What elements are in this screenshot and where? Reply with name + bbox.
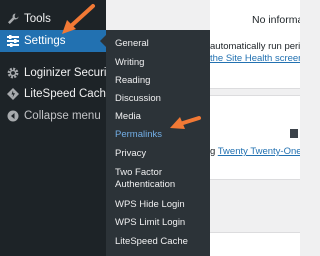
sidebar-item-tools[interactable]: Tools <box>0 8 106 30</box>
site-health-panel: No informat automatically run perio the … <box>210 0 300 89</box>
sidebar-item-label: Settings <box>24 35 66 47</box>
screen-options-icon[interactable] <box>290 129 298 138</box>
submenu-item-permalinks[interactable]: Permalinks <box>115 129 162 141</box>
bottom-panel <box>210 232 300 256</box>
notice-link-line: the Site Health screen to <box>210 53 300 65</box>
sidebar-item-label: Loginizer Security <box>24 67 116 79</box>
main-content: No informat automatically run perio the … <box>210 0 300 256</box>
sidebar-item-loginizer-security[interactable]: Loginizer Security <box>0 62 115 84</box>
sidebar-item-label: LiteSpeed Cache <box>24 88 113 100</box>
submenu-item-two-factor-authentication[interactable]: Two Factor Authentication <box>115 167 207 191</box>
at-a-glance-panel: g Twenty Twenty-One th <box>210 95 300 180</box>
settings-submenu: General Writing Reading Discussion Media… <box>106 30 210 256</box>
submenu-item-wps-limit-login[interactable]: WPS Limit Login <box>115 217 185 229</box>
notice-heading: No informat <box>252 14 300 26</box>
diamond-icon <box>6 87 20 101</box>
collapse-arrow-icon <box>6 109 20 123</box>
sidebar-item-litespeed-cache[interactable]: LiteSpeed Cache <box>0 83 112 105</box>
submenu-item-wps-hide-login[interactable]: WPS Hide Login <box>115 199 185 211</box>
sidebar-item-settings[interactable]: Settings <box>0 30 106 52</box>
admin-sidebar: Tools Settings Loginizer Security LiteSp… <box>0 0 115 256</box>
submenu-item-writing[interactable]: Writing <box>115 57 144 69</box>
theme-link[interactable]: Twenty Twenty-One <box>218 146 300 157</box>
notice-body: automatically run perio <box>210 41 300 52</box>
settings-sliders-icon <box>6 34 20 48</box>
submenu-item-discussion[interactable]: Discussion <box>115 93 161 105</box>
wrench-icon <box>6 12 20 26</box>
gear-icon <box>6 66 20 80</box>
submenu-item-litespeed-cache[interactable]: LiteSpeed Cache <box>115 236 188 248</box>
theme-line: g Twenty Twenty-One th <box>210 146 300 158</box>
submenu-item-media[interactable]: Media <box>115 111 141 123</box>
theme-prefix: g <box>210 146 218 157</box>
collapse-menu-button[interactable]: Collapse menu <box>0 105 106 127</box>
sidebar-item-label: Collapse menu <box>24 110 101 122</box>
submenu-item-privacy[interactable]: Privacy <box>115 148 146 160</box>
submenu-item-reading[interactable]: Reading <box>115 75 150 87</box>
submenu-item-general[interactable]: General <box>115 38 149 50</box>
sidebar-item-label: Tools <box>24 13 51 25</box>
site-health-link[interactable]: the Site Health screen <box>210 53 300 64</box>
